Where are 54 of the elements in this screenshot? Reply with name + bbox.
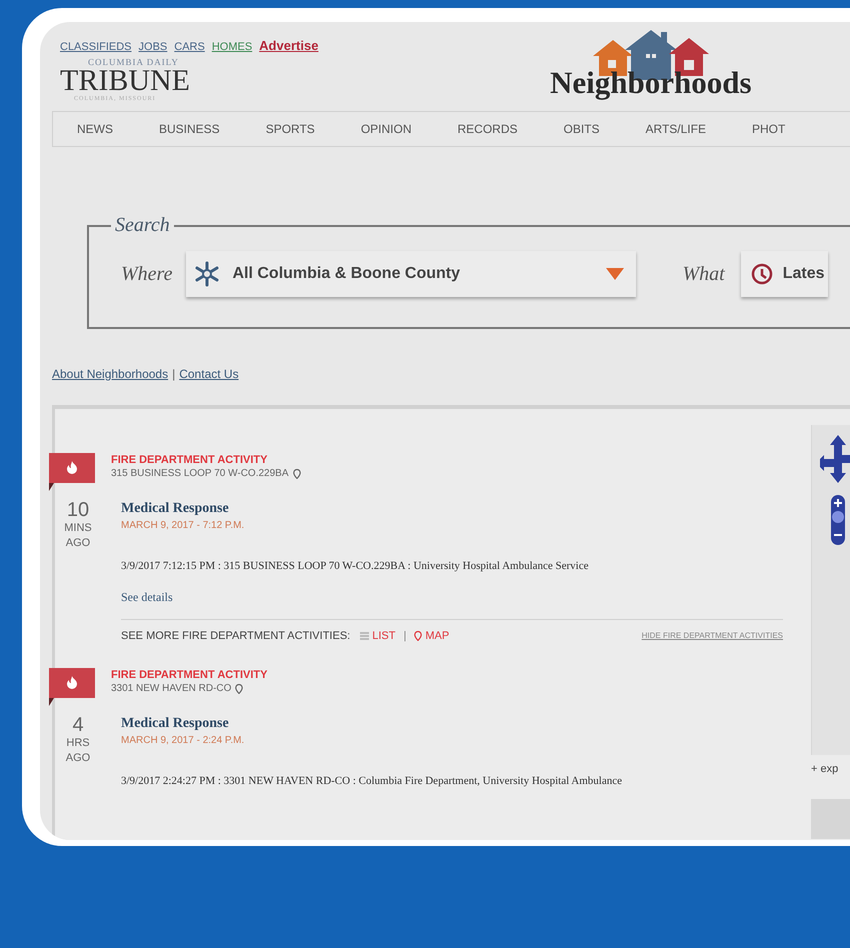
- age-unit: MINS: [64, 520, 92, 536]
- age-number: 10: [66, 498, 90, 520]
- activity-date: MARCH 9, 2017 - 7:12 P.M.: [121, 518, 246, 532]
- section-title: Neighborhoods: [550, 66, 752, 100]
- activity-address: 3301 NEW HAVEN RD-CO: [111, 682, 232, 696]
- clock-icon: [750, 262, 773, 284]
- dropdown-caret-icon: [606, 268, 624, 280]
- where-label: Where: [121, 262, 172, 286]
- top-link[interactable]: JOBS: [138, 39, 168, 56]
- age-number: 4: [72, 714, 84, 736]
- activity-address: 315 BUSINESS LOOP 70 W-CO.229BA: [111, 466, 288, 480]
- nav-link[interactable]: NEWS: [77, 120, 113, 138]
- age-suffix: AGO: [66, 536, 90, 550]
- activity-description: 3/9/2017 7:12:15 PM : 315 BUSINESS LOOP 70 W-CO.229BA : University Hospital Ambulance Service: [121, 558, 590, 572]
- footer-separator: |: [172, 366, 176, 382]
- map-pin-icon: [414, 630, 422, 641]
- map-pin-icon: [235, 684, 244, 694]
- nav-link[interactable]: RECORDS: [457, 120, 518, 138]
- snowflake-icon: [194, 260, 220, 286]
- nav-link[interactable]: ARTS/LIFE: [646, 120, 706, 138]
- activity-title[interactable]: Medical Response: [121, 714, 783, 734]
- footer-link[interactable]: Contact Us: [179, 364, 239, 382]
- where-dropdown[interactable]: All Columbia & Boone County: [186, 250, 636, 296]
- top-link[interactable]: CARS: [174, 39, 205, 56]
- nav-link[interactable]: OBITS: [564, 120, 600, 138]
- nav-link[interactable]: PHOT: [752, 120, 786, 138]
- nav-link[interactable]: BUSINESS: [159, 120, 220, 138]
- see-more-label: SEE MORE FIRE DEPARTMENT ACTIVITIES:: [121, 628, 350, 644]
- map-pin-icon: [292, 468, 300, 478]
- top-link[interactable]: Advertise: [259, 36, 318, 56]
- activity-description: 3/9/2017 2:24:27 PM : 3301 NEW HAVEN RD-CO : Columbia Fire Department, University Hospital Ambulance: [121, 774, 623, 788]
- activity-title[interactable]: Medical Response: [121, 498, 783, 518]
- flame-badge-icon: [49, 452, 95, 490]
- masthead-tagline: COLUMBIA DAILY: [88, 58, 179, 66]
- link-separator: |: [403, 628, 406, 644]
- what-dropdown[interactable]: Lates: [740, 250, 828, 296]
- age-unit: HRS: [66, 736, 90, 751]
- top-link[interactable]: HOMES: [212, 39, 252, 56]
- see-details-link[interactable]: See details: [121, 590, 173, 604]
- nav-link[interactable]: SPORTS: [266, 120, 315, 138]
- activity-category[interactable]: FIRE DEPARTMENT ACTIVITY: [111, 452, 300, 466]
- list-icon: [360, 632, 370, 640]
- map-link[interactable]: MAP: [414, 628, 450, 644]
- activity-category[interactable]: FIRE DEPARTMENT ACTIVITY: [111, 668, 268, 682]
- masthead-name: TRIBUNE: [60, 66, 190, 94]
- what-label: What: [682, 262, 725, 286]
- age-suffix: AGO: [66, 751, 90, 766]
- nav-link[interactable]: OPINION: [360, 120, 412, 138]
- list-link[interactable]: LIST: [360, 628, 396, 644]
- footer-link[interactable]: About Neighborhoods: [52, 364, 168, 382]
- activity-date: MARCH 9, 2017 - 2:24 P.M.: [121, 734, 246, 748]
- expand-map-link[interactable]: + exp: [811, 760, 850, 777]
- top-link[interactable]: CLASSIFIEDS: [60, 39, 132, 56]
- flame-badge-icon: [49, 668, 95, 706]
